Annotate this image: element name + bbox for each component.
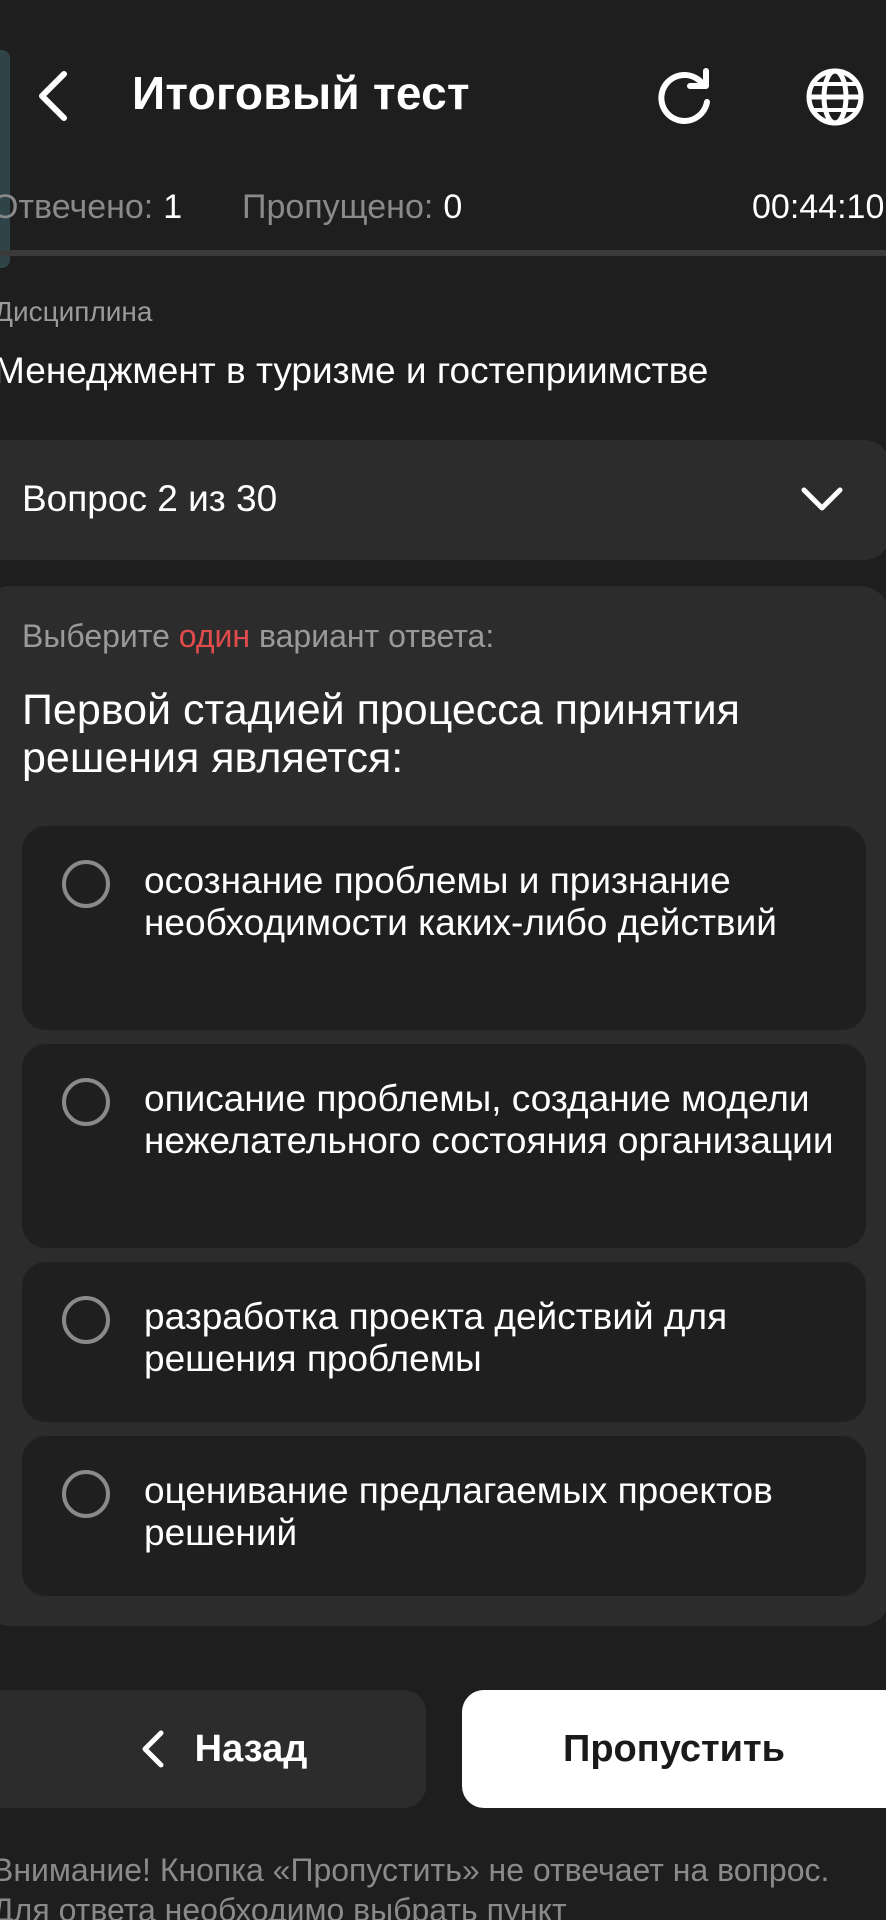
page-title: Итоговый тест: [132, 67, 470, 119]
instruction-suffix: вариант ответа:: [250, 618, 495, 654]
question-selector-label: Вопрос 2 из 30: [22, 478, 278, 519]
skipped-value: 0: [443, 188, 463, 226]
answer-option-text: оценивание предлагаемых проектов решений: [144, 1470, 773, 1553]
instruction-prefix: Выберите: [22, 618, 179, 654]
test-screen: Итоговый тест Отвечено: 1 Пропущено: 0 00:…: [0, 0, 886, 1920]
header: Итоговый тест: [0, 0, 886, 190]
answered-label: Отвечено:: [0, 188, 154, 226]
answer-option-text: разработка проекта действий для решения …: [144, 1296, 728, 1379]
progress-bar: [0, 250, 886, 256]
answered-counter: Отвечено: 1: [0, 188, 182, 227]
answer-option-text: осознание проблемы и признание необходим…: [144, 860, 777, 943]
refresh-icon: [658, 68, 710, 124]
discipline-name: Менеджмент в туризме и гостеприимстве: [0, 350, 709, 391]
question-selector[interactable]: Вопрос 2 из 30: [0, 440, 886, 560]
chevron-left-icon: [142, 1730, 164, 1768]
skipped-label: Пропущено:: [242, 188, 434, 226]
language-button[interactable]: [800, 62, 870, 132]
skipped-counter: Пропущено: 0: [242, 188, 462, 227]
skip-warning: Внимание! Кнопка «Пропустить» не отвечае…: [0, 1852, 830, 1920]
radio-button[interactable]: [62, 1470, 110, 1518]
answer-option[interactable]: описание проблемы, создание модели нежел…: [22, 1044, 866, 1248]
back-nav-button[interactable]: [20, 62, 88, 130]
answer-option[interactable]: оценивание предлагаемых проектов решений: [22, 1436, 866, 1596]
back-button[interactable]: Назад: [0, 1690, 426, 1808]
skip-button-label: Пропустить: [563, 1727, 785, 1770]
chevron-left-icon: [39, 71, 67, 121]
instruction-accent: один: [178, 618, 251, 654]
discipline-label: Дисциплина: [0, 296, 153, 327]
answer-option[interactable]: осознание проблемы и признание необходим…: [22, 826, 866, 1030]
globe-icon: [806, 68, 864, 126]
answer-option-text: описание проблемы, создание модели нежел…: [144, 1078, 834, 1161]
refresh-button[interactable]: [650, 62, 720, 132]
answered-value: 1: [163, 188, 183, 226]
answer-instruction: Выберите один вариант ответа:: [22, 618, 494, 655]
radio-button[interactable]: [62, 1078, 110, 1126]
back-button-label: Назад: [194, 1727, 308, 1770]
question-card: Выберите один вариант ответа: Первой ста…: [0, 586, 886, 1626]
answer-option[interactable]: разработка проекта действий для решения …: [22, 1262, 866, 1422]
chevron-down-icon: [801, 487, 843, 511]
timer: 00:44:10: [752, 188, 885, 226]
radio-button[interactable]: [62, 1296, 110, 1344]
question-text: Первой стадией процесса принятия решения…: [22, 686, 740, 782]
skip-button[interactable]: Пропустить: [462, 1690, 886, 1808]
radio-button[interactable]: [62, 860, 110, 908]
